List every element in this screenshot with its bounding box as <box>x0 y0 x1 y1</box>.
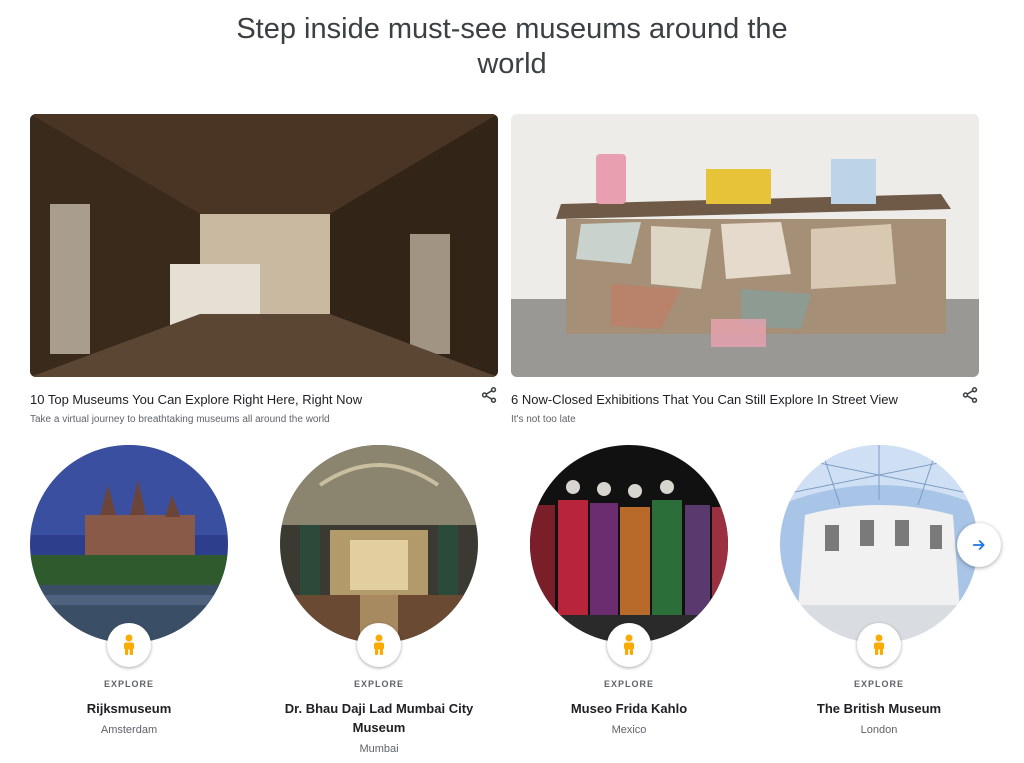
featured-card-1[interactable]: 10 Top Museums You Can Explore Right Her… <box>30 114 498 425</box>
featured-card-2[interactable]: 6 Now-Closed Exhibitions That You Can St… <box>511 114 979 425</box>
museum-name[interactable]: Museo Frida Kahlo <box>529 699 729 718</box>
page-title-line-2: world <box>477 48 547 80</box>
explore-label: EXPLORE <box>603 679 654 689</box>
uffizi-gallery-image[interactable] <box>30 114 498 377</box>
museum-city: Mexico <box>611 724 647 736</box>
museum-name[interactable]: Dr. Bhau Daji Lad Mumbai City Museum <box>279 699 479 737</box>
page-title-line-1: Step inside must-see museums around the <box>236 13 788 45</box>
explore-label: EXPLORE <box>103 679 154 689</box>
pegman-icon <box>624 634 634 655</box>
explore-label: EXPLORE <box>353 679 404 689</box>
street-view-button[interactable] <box>357 623 401 667</box>
share-icon[interactable] <box>480 386 498 404</box>
museum-card-frida-kahlo[interactable]: EXPLORE Museo Frida Kahlo Mexico <box>504 445 754 736</box>
arrow-right-icon <box>972 540 985 550</box>
featured-card-title[interactable]: 6 Now-Closed Exhibitions That You Can St… <box>511 392 898 407</box>
featured-card-subtitle: It's not too late <box>511 414 576 425</box>
pegman-icon <box>124 634 134 655</box>
museum-card-bhau-daji-lad[interactable]: EXPLORE Dr. Bhau Daji Lad Mumbai City Mu… <box>254 445 504 755</box>
pegman-icon <box>374 634 384 655</box>
museum-city: London <box>860 724 898 736</box>
featured-card-subtitle: Take a virtual journey to breathtaking m… <box>30 414 330 425</box>
street-view-button[interactable] <box>107 623 151 667</box>
pegman-icon <box>874 634 884 655</box>
share-icon[interactable] <box>961 386 979 404</box>
museum-name[interactable]: The British Museum <box>779 699 979 718</box>
street-view-button[interactable] <box>607 623 651 667</box>
street-view-button[interactable] <box>857 623 901 667</box>
explore-label: EXPLORE <box>853 679 904 689</box>
british-museum-image[interactable] <box>780 445 978 643</box>
featured-card-title[interactable]: 10 Top Museums You Can Explore Right Her… <box>30 392 362 407</box>
museum-card-rijksmuseum[interactable]: EXPLORE Rijksmuseum Amsterdam <box>4 445 254 736</box>
page-title: Step inside must-see museums around the … <box>0 12 1024 82</box>
museum-city: Mumbai <box>359 743 399 755</box>
rijksmuseum-image[interactable] <box>30 445 228 643</box>
bhau-daji-lad-museum-image[interactable] <box>280 445 478 643</box>
carousel-next-button[interactable] <box>957 523 1001 567</box>
museum-city: Amsterdam <box>100 724 158 736</box>
frida-kahlo-museum-image[interactable] <box>530 445 728 643</box>
museum-name[interactable]: Rijksmuseum <box>29 699 229 718</box>
stone-sculpture-image[interactable] <box>511 114 979 377</box>
